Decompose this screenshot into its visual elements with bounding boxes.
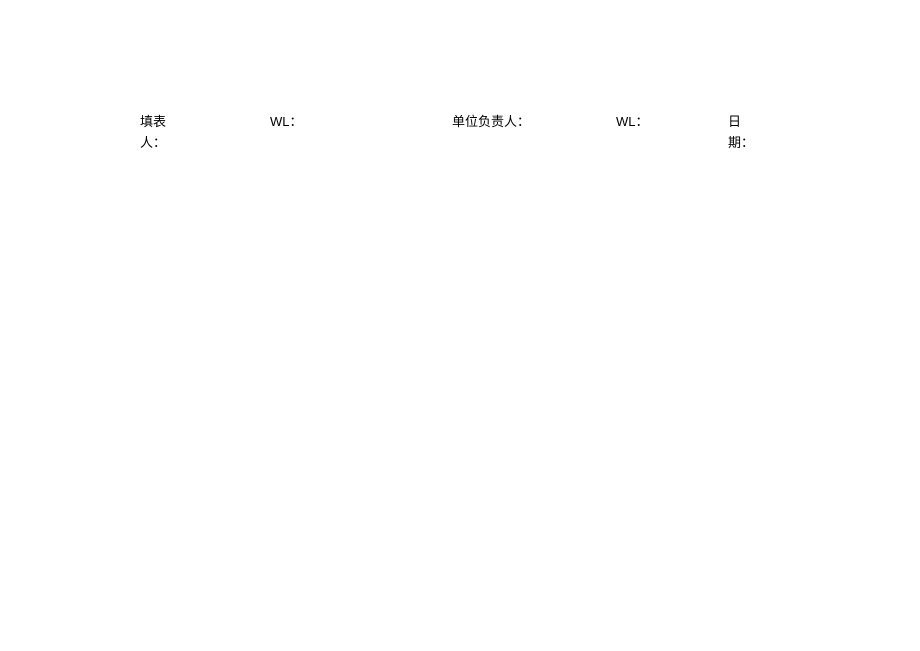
wl1-label: WL： bbox=[270, 112, 303, 133]
responsible-person-label: 单位负责人： bbox=[452, 112, 530, 133]
wl2-label: WL： bbox=[616, 112, 649, 133]
preparer-label: 填表人： bbox=[140, 112, 170, 154]
date-label: 日期： bbox=[728, 112, 748, 154]
